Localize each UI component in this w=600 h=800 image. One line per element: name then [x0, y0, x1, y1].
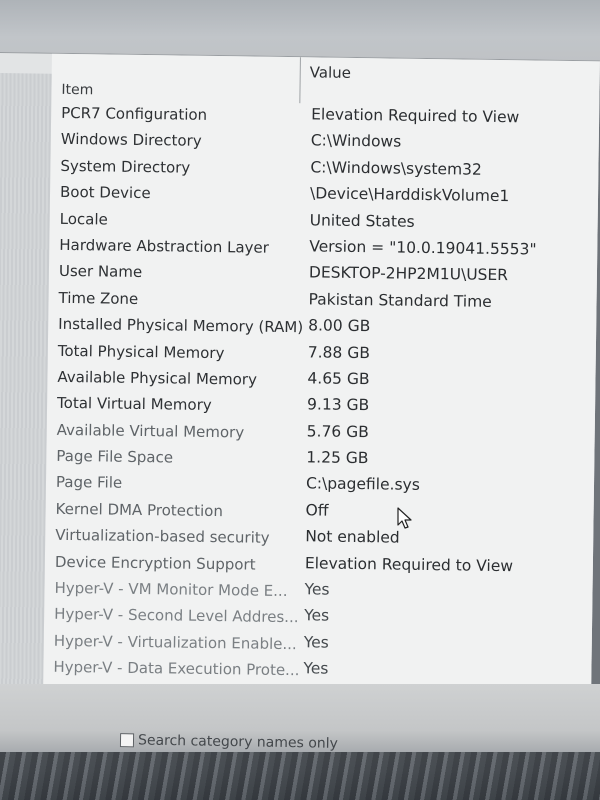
row-item: Total Physical Memory — [57, 341, 225, 362]
row-item: System Directory — [60, 156, 191, 177]
row-value: Yes — [303, 633, 329, 652]
row-item: Total Virtual Memory — [56, 394, 212, 415]
search-category-names-label: Search category names only — [137, 732, 339, 752]
row-value: Yes — [304, 606, 330, 626]
row-value: DESKTOP-2HP2M1U\USER — [308, 263, 509, 285]
row-item: Virtualization-based security — [55, 526, 270, 548]
row-item: Time Zone — [58, 288, 139, 308]
row-item: Device Encryption Support — [54, 552, 256, 574]
column-header-item[interactable]: Item — [61, 82, 93, 98]
row-item: Hardware Abstraction Layer — [59, 235, 270, 257]
list-rows: PCR7 Configuration Elevation Required to… — [43, 100, 599, 688]
checkbox-box[interactable] — [119, 733, 135, 748]
row-item: Available Physical Memory — [57, 367, 258, 389]
row-item: Hyper-V - Virtualization Enable... — [53, 631, 297, 654]
row-item: Available Virtual Memory — [56, 420, 245, 442]
row-value: \Device\HarddiskVolume1 — [309, 184, 510, 206]
row-value: 7.88 GB — [307, 342, 371, 362]
list-header: Item Value — [51, 54, 600, 108]
row-item: Windows Directory — [60, 130, 202, 151]
row-item: Locale — [59, 209, 108, 229]
search-category-names-checkbox[interactable]: Search category names only — [119, 732, 339, 752]
row-value: C:\Windows — [310, 131, 402, 152]
row-item: Boot Device — [59, 183, 151, 203]
row-value: Not enabled — [305, 527, 400, 547]
row-value: 4.65 GB — [307, 369, 370, 389]
taskbar-area — [0, 752, 600, 800]
column-header-value[interactable]: Value — [310, 63, 351, 82]
row-item: PCR7 Configuration — [61, 103, 208, 124]
system-information-window: Item Value PCR7 Configuration Elevation … — [0, 52, 600, 762]
row-item: Installed Physical Memory (RAM) — [58, 314, 304, 337]
row-item: Page File Space — [56, 446, 174, 467]
row-value: 5.76 GB — [306, 422, 369, 441]
row-value: Elevation Required to View — [311, 105, 520, 127]
row-value: Yes — [303, 659, 329, 678]
mouse-pointer-icon — [397, 507, 412, 529]
row-value: Off — [305, 501, 329, 520]
column-divider[interactable] — [299, 57, 301, 104]
row-item: Hyper-V - Data Execution Prote... — [53, 658, 300, 680]
row-value: United States — [309, 210, 415, 231]
row-item: Page File — [55, 473, 123, 493]
row-value: 8.00 GB — [308, 316, 371, 336]
row-value: C:\pagefile.sys — [305, 474, 420, 495]
row-value: Yes — [304, 580, 330, 599]
row-value: Version = "10.0.19041.5553" — [309, 237, 537, 259]
row-item: Kernel DMA Protection — [55, 499, 224, 521]
row-item: Hyper-V - VM Monitor Mode E... — [54, 578, 288, 601]
row-value: Pakistan Standard Time — [308, 290, 492, 311]
row-item: Hyper-V - Second Level Addres... — [54, 605, 299, 627]
row-value: 9.13 GB — [306, 395, 370, 415]
row-item: User Name — [58, 262, 143, 282]
row-value: Elevation Required to View — [304, 553, 514, 575]
row-value: 1.25 GB — [306, 448, 369, 468]
row-value: C:\Windows\system32 — [310, 158, 482, 179]
system-summary-list[interactable]: Item Value PCR7 Configuration Elevation … — [43, 53, 600, 702]
